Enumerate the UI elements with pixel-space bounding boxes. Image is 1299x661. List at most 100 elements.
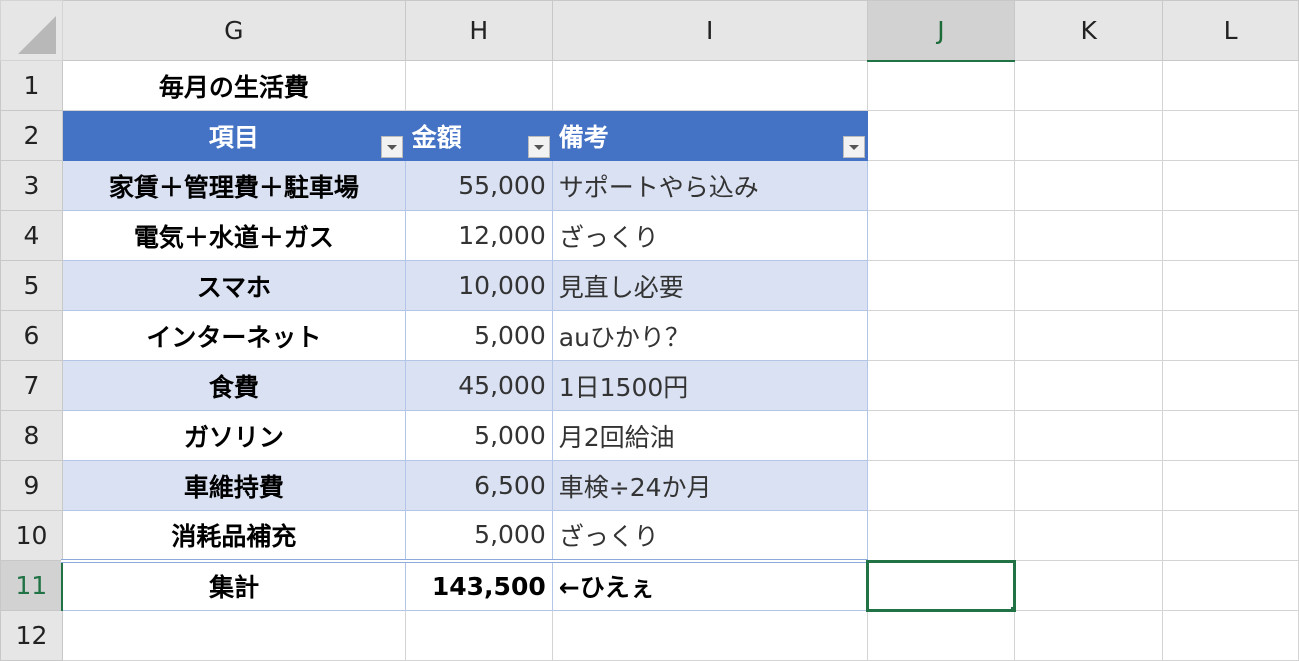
filter-dropdown-icon[interactable] — [842, 136, 865, 158]
note-cell[interactable]: 1日1500円 — [551, 360, 868, 411]
cell-K3[interactable] — [1014, 160, 1164, 211]
cell-L2[interactable] — [1162, 110, 1299, 161]
cell-L5[interactable] — [1162, 260, 1299, 311]
note-cell[interactable]: 月2回給油 — [551, 410, 868, 461]
cell-L6[interactable] — [1162, 310, 1299, 361]
cell-L12[interactable] — [1162, 610, 1299, 661]
cell-J5[interactable] — [866, 260, 1016, 311]
item-cell[interactable]: 消耗品補充 — [61, 510, 406, 561]
cell-K4[interactable] — [1014, 210, 1164, 261]
row-header-1[interactable]: 1 — [0, 60, 63, 111]
cell-K5[interactable] — [1014, 260, 1164, 311]
column-header-H[interactable]: H — [404, 0, 553, 61]
cell-L10[interactable] — [1162, 510, 1299, 561]
row-header-8[interactable]: 8 — [0, 410, 63, 461]
column-header-L[interactable]: L — [1162, 0, 1299, 61]
cell-H12[interactable] — [404, 610, 553, 661]
cell-K8[interactable] — [1014, 410, 1164, 461]
cell-K12[interactable] — [1014, 610, 1164, 661]
column-header-I[interactable]: I — [551, 0, 868, 61]
table-header-0[interactable]: 項目 — [61, 110, 406, 161]
amount-cell[interactable]: 12,000 — [404, 210, 553, 261]
row-header-10[interactable]: 10 — [0, 510, 63, 561]
cell-H1[interactable] — [404, 60, 553, 111]
row-header-12[interactable]: 12 — [0, 610, 63, 661]
note-cell[interactable]: 見直し必要 — [551, 260, 868, 311]
cell-K10[interactable] — [1014, 510, 1164, 561]
column-header-G[interactable]: G — [61, 0, 406, 61]
table-header-1[interactable]: 金額 — [404, 110, 553, 161]
cell-K2[interactable] — [1014, 110, 1164, 161]
cell-L3[interactable] — [1162, 160, 1299, 211]
cell-J12[interactable] — [866, 610, 1016, 661]
amount-cell[interactable]: 5,000 — [404, 510, 553, 561]
table-row: 7 食費 45,000 1日1500円 — [0, 360, 1299, 411]
item-cell[interactable]: スマホ — [61, 260, 406, 311]
row-header-11[interactable]: 11 — [0, 560, 64, 611]
row-header-7[interactable]: 7 — [0, 360, 63, 411]
row-header-4[interactable]: 4 — [0, 210, 63, 261]
cell-K1[interactable] — [1014, 60, 1164, 111]
item-cell[interactable]: ガソリン — [61, 410, 406, 461]
cell-I12[interactable] — [551, 610, 868, 661]
row-header-6[interactable]: 6 — [0, 310, 63, 361]
note-cell[interactable]: ざっくり — [551, 510, 868, 561]
row-header-3[interactable]: 3 — [0, 160, 63, 211]
cell-L7[interactable] — [1162, 360, 1299, 411]
filter-dropdown-icon[interactable] — [380, 136, 403, 158]
item-cell[interactable]: インターネット — [61, 310, 406, 361]
cell-G12[interactable] — [61, 610, 406, 661]
total-note-cell[interactable]: ←ひえぇ — [551, 558, 868, 611]
total-amount-cell[interactable]: 143,500 — [404, 558, 553, 611]
note-cell[interactable]: サポートやら込み — [551, 160, 868, 211]
cell-K6[interactable] — [1014, 310, 1164, 361]
cell-J8[interactable] — [866, 410, 1016, 461]
cell-L11[interactable] — [1162, 560, 1299, 611]
cell-K9[interactable] — [1014, 460, 1164, 511]
amount-cell[interactable]: 6,500 — [404, 460, 553, 511]
table-row: 3 家賃＋管理費＋駐車場 55,000 サポートやら込み — [0, 160, 1299, 211]
item-cell[interactable]: 車維持費 — [61, 460, 406, 511]
amount-cell[interactable]: 5,000 — [404, 410, 553, 461]
sheet-title-cell[interactable]: 毎月の生活費 — [61, 60, 406, 111]
note-cell[interactable]: auひかり？ — [551, 310, 868, 361]
cell-K11[interactable] — [1014, 560, 1164, 611]
total-label-cell[interactable]: 集計 — [61, 558, 406, 611]
cell-I1[interactable] — [551, 60, 868, 111]
cell-L8[interactable] — [1162, 410, 1299, 461]
item-cell[interactable]: 電気＋水道＋ガス — [61, 210, 406, 261]
cell-J6[interactable] — [866, 310, 1016, 361]
cell-L9[interactable] — [1162, 460, 1299, 511]
cell-J1[interactable] — [866, 60, 1016, 111]
cell-L4[interactable] — [1162, 210, 1299, 261]
item-cell[interactable]: 家賃＋管理費＋駐車場 — [61, 160, 406, 211]
spreadsheet-grid: GHIJKL 1 毎月の生活費 2 項目 金額 備考 3 家賃＋管理費＋駐車場 55,000… — [0, 0, 1299, 661]
cell-J10[interactable] — [866, 510, 1016, 561]
row-header-2[interactable]: 2 — [0, 110, 63, 161]
amount-cell[interactable]: 55,000 — [404, 160, 553, 211]
amount-cell[interactable]: 5,000 — [404, 310, 553, 361]
amount-cell[interactable]: 45,000 — [404, 360, 553, 411]
cell-J7[interactable] — [866, 360, 1016, 411]
column-header-J[interactable]: J — [866, 0, 1016, 62]
column-header-K[interactable]: K — [1014, 0, 1164, 61]
table-header-2[interactable]: 備考 — [551, 110, 868, 161]
cell-J3[interactable] — [866, 160, 1016, 211]
table-row: 5 スマホ 10,000 見直し必要 — [0, 260, 1299, 311]
select-all-button[interactable] — [0, 0, 63, 61]
cell-K7[interactable] — [1014, 360, 1164, 411]
row-header-5[interactable]: 5 — [0, 260, 63, 311]
cell-J9[interactable] — [866, 460, 1016, 511]
row-header-9[interactable]: 9 — [0, 460, 63, 511]
table-row: 6 インターネット 5,000 auひかり？ — [0, 310, 1299, 361]
amount-cell[interactable]: 10,000 — [404, 260, 553, 311]
cell-J2[interactable] — [866, 110, 1016, 161]
note-cell[interactable]: ざっくり — [551, 210, 868, 261]
filter-dropdown-icon[interactable] — [527, 136, 550, 158]
cell-J4[interactable] — [866, 210, 1016, 261]
cell-J11[interactable] — [866, 559, 1016, 612]
table-header-label: 項目 — [208, 122, 259, 152]
note-cell[interactable]: 車検÷24か月 — [551, 460, 868, 511]
item-cell[interactable]: 食費 — [61, 360, 406, 411]
cell-L1[interactable] — [1162, 60, 1299, 111]
